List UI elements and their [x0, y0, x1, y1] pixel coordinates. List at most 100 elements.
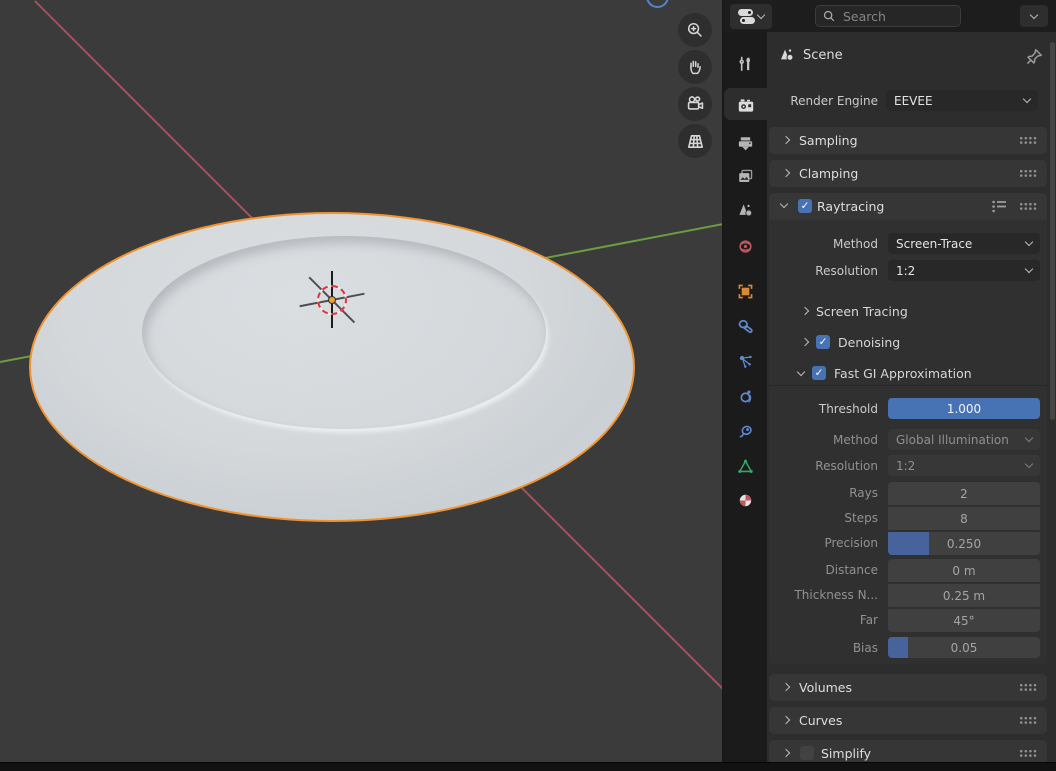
expand-arrow-icon	[782, 749, 790, 757]
mesh-data-icon	[736, 457, 755, 476]
chevron-down-icon	[757, 11, 765, 19]
zoom-button[interactable]	[678, 13, 712, 47]
panel-sampling[interactable]: Sampling	[769, 127, 1047, 154]
gi-resolution-dropdown: 1:2	[888, 455, 1040, 476]
chevron-down-icon	[1030, 10, 1038, 18]
properties-scrollbar[interactable]	[1050, 42, 1055, 420]
gi-resolution-label: Resolution	[767, 456, 878, 477]
thickness-near-field: 0.25 m	[888, 584, 1040, 607]
properties-tab-column	[724, 32, 767, 762]
tab-material-properties[interactable]	[724, 487, 767, 513]
particles-icon	[736, 352, 755, 371]
panel-curves[interactable]: Curves	[769, 707, 1047, 734]
slider-fill	[888, 637, 908, 658]
editor-bottom-edge	[0, 762, 1056, 771]
scene-icon	[736, 201, 755, 220]
pin-icon[interactable]	[1023, 46, 1045, 68]
camera-icon	[685, 94, 706, 115]
threshold-slider[interactable]: 1.000	[888, 398, 1040, 419]
drag-handle-icon[interactable]	[1020, 137, 1038, 145]
distance-label: Distance	[767, 560, 878, 581]
gi-method-dropdown: Global Illumination	[888, 429, 1040, 450]
material-sphere-icon	[736, 491, 755, 510]
drag-handle-icon[interactable]	[1020, 684, 1038, 692]
grid-icon	[685, 131, 706, 152]
breadcrumb-scene-label[interactable]: Scene	[803, 48, 843, 63]
printer-icon	[736, 134, 755, 153]
panel-clamping[interactable]: Clamping	[769, 160, 1047, 187]
chevron-down-icon	[1025, 460, 1033, 468]
tab-physics-properties[interactable]	[724, 383, 767, 409]
presets-list-icon[interactable]	[992, 200, 1007, 213]
editor-type-button[interactable]	[730, 4, 772, 29]
tab-particle-properties[interactable]	[724, 348, 767, 374]
subpanel-denoising[interactable]: ✓ Denoising	[802, 333, 900, 351]
header-options-button[interactable]	[1020, 5, 1048, 27]
distance-field: 0 m	[888, 559, 1040, 582]
rays-label: Rays	[767, 483, 878, 504]
method-label: Method	[767, 234, 878, 255]
search-input[interactable]	[841, 8, 953, 25]
3d-viewport[interactable]	[0, 0, 722, 762]
far-field: 45°	[888, 609, 1040, 632]
resolution-label: Resolution	[767, 261, 878, 282]
properties-header-bar	[724, 0, 1056, 32]
render-engine-dropdown[interactable]: EEVEE	[886, 90, 1038, 111]
collapse-arrow-icon	[780, 200, 788, 208]
wrench-icon	[736, 317, 755, 336]
panel-title: Sampling	[799, 133, 858, 148]
drag-handle-icon[interactable]	[1020, 750, 1038, 758]
properties-editor: Scene Render Engine EEVEE Sampling Clamp…	[722, 0, 1056, 762]
raytracing-header[interactable]: ✓ Raytracing	[769, 193, 1047, 220]
tab-constraint-properties[interactable]	[724, 418, 767, 444]
properties-editor-icon	[738, 9, 755, 24]
tab-object-properties[interactable]	[724, 278, 767, 304]
navigation-gizmo-partial[interactable]	[646, 0, 669, 8]
chevron-down-icon	[1025, 434, 1033, 442]
precision-label: Precision	[767, 533, 878, 554]
subpanel-screen-tracing[interactable]: Screen Tracing	[802, 302, 908, 320]
pan-button[interactable]	[678, 50, 712, 84]
tool-icon	[736, 54, 755, 73]
plate-inner-rim	[142, 236, 546, 429]
camera-view-button[interactable]	[678, 87, 712, 121]
panel-title: Clamping	[799, 166, 858, 181]
tab-view-layer-properties[interactable]	[724, 163, 767, 189]
hand-icon	[685, 57, 705, 77]
tab-modifier-properties[interactable]	[724, 313, 767, 339]
panel-volumes[interactable]: Volumes	[769, 674, 1047, 701]
far-label: Far	[767, 610, 878, 631]
drag-handle-icon[interactable]	[1020, 170, 1038, 178]
panel-raytracing: ✓ Raytracing Method Screen-Trace Resolut…	[769, 193, 1047, 664]
drag-handle-icon[interactable]	[1020, 717, 1038, 725]
panel-title: Volumes	[799, 680, 852, 695]
simplify-checkbox[interactable]	[800, 746, 814, 760]
bias-slider: 0.05	[888, 637, 1040, 658]
tab-output-properties[interactable]	[724, 130, 767, 156]
tab-world-properties[interactable]	[724, 233, 767, 259]
tab-object-data-properties[interactable]	[724, 453, 767, 479]
drag-handle-icon[interactable]	[1020, 203, 1038, 211]
subpanel-title: Fast GI Approximation	[834, 366, 972, 381]
subpanel-fast-gi[interactable]: ✓ Fast GI Approximation	[798, 364, 972, 382]
tab-render-properties[interactable]	[724, 93, 767, 119]
fast-gi-checkbox[interactable]: ✓	[812, 366, 826, 380]
tab-scene-properties[interactable]	[724, 197, 767, 223]
expand-arrow-icon	[782, 136, 790, 144]
breadcrumb: Scene	[767, 42, 1056, 70]
constraint-icon	[736, 422, 755, 441]
expand-arrow-icon	[782, 169, 790, 177]
chevron-down-icon	[1023, 95, 1031, 103]
expand-arrow-icon	[782, 716, 790, 724]
collapse-arrow-icon	[797, 367, 805, 375]
raytracing-resolution-dropdown[interactable]: 1:2	[888, 260, 1040, 281]
object-brackets-icon	[736, 282, 755, 301]
orthographic-toggle-button[interactable]	[678, 124, 712, 158]
tab-tool[interactable]	[724, 50, 767, 76]
raytracing-method-dropdown[interactable]: Screen-Trace	[888, 233, 1040, 254]
raytracing-checkbox[interactable]: ✓	[798, 199, 812, 213]
denoising-checkbox[interactable]: ✓	[816, 335, 830, 349]
search-icon	[823, 10, 835, 22]
subpanel-title: Screen Tracing	[816, 304, 908, 319]
search-field[interactable]	[815, 5, 961, 27]
